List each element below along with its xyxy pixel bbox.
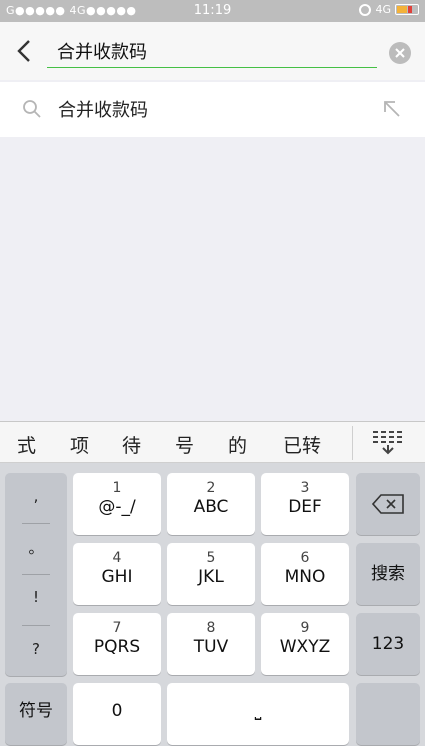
symbol-button[interactable]: 符号 <box>5 683 67 745</box>
key-4[interactable]: 4 GHI <box>73 543 161 605</box>
key-3[interactable]: 3 DEF <box>261 473 349 535</box>
search-suggestion[interactable]: 合并收款码 <box>0 82 425 137</box>
key-1[interactable]: 1 @-_/ <box>73 473 161 535</box>
fill-arrow-icon[interactable] <box>382 99 402 123</box>
candidate-word[interactable]: 号 <box>175 431 194 458</box>
key-7[interactable]: 7 PQRS <box>73 613 161 675</box>
keyboard: 式 项 待 号 的 已转 , 。 ! ? 1 @-_/ 2 ABC 3 DEF … <box>0 421 425 746</box>
search-input[interactable] <box>47 36 377 68</box>
search-header <box>0 22 425 80</box>
key-9[interactable]: 9 WXYZ <box>261 613 349 675</box>
keyboard-collapse-icon[interactable] <box>372 430 404 460</box>
suggestion-text: 合并收款码 <box>58 100 148 121</box>
candidate-word[interactable]: 项 <box>70 431 89 458</box>
candidate-word[interactable]: 式 <box>17 431 36 458</box>
candidate-bar: 式 项 待 号 的 已转 <box>0 421 425 463</box>
key-6[interactable]: 6 MNO <box>261 543 349 605</box>
punctuation-key[interactable]: , <box>5 487 67 537</box>
network-type: 4G <box>375 3 391 16</box>
space-button[interactable]: ⎵ <box>167 683 349 745</box>
status-bar: G●●●●● 4G●●●●● 11:19 4G <box>0 0 425 22</box>
divider <box>352 426 353 460</box>
punctuation-column: , 。 ! ? <box>5 473 67 676</box>
punctuation-key[interactable]: ! <box>5 588 67 638</box>
key-0[interactable]: 0 <box>73 683 161 745</box>
alarm-icon <box>359 3 372 16</box>
enter-button[interactable] <box>356 683 420 745</box>
punctuation-key[interactable]: 。 <box>5 537 67 587</box>
search-button[interactable]: 搜索 <box>356 543 420 605</box>
status-icons: 4G <box>359 3 419 16</box>
battery-icon <box>395 4 419 15</box>
candidate-word[interactable]: 已转 <box>283 431 321 458</box>
candidate-word[interactable]: 待 <box>122 431 141 458</box>
key-2[interactable]: 2 ABC <box>167 473 255 535</box>
candidate-word[interactable]: 的 <box>228 431 247 458</box>
key-5[interactable]: 5 JKL <box>167 543 255 605</box>
back-icon[interactable] <box>10 36 38 66</box>
number-mode-button[interactable]: 123 <box>356 613 420 675</box>
backspace-icon <box>371 494 404 518</box>
search-icon <box>22 99 42 123</box>
backspace-button[interactable] <box>356 473 420 535</box>
key-8[interactable]: 8 TUV <box>167 613 255 675</box>
clear-icon[interactable] <box>389 42 411 64</box>
